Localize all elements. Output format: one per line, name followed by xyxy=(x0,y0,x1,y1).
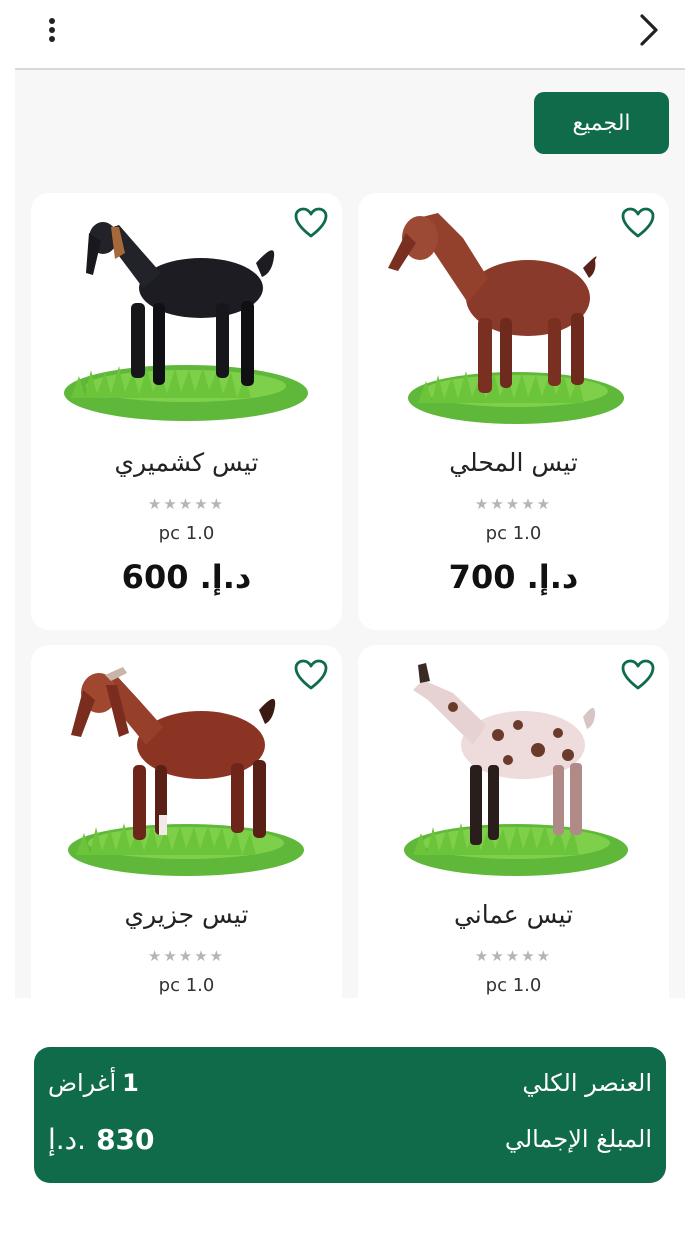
total-items-value: أغراض 1 xyxy=(48,1069,139,1097)
product-card[interactable]: تيس جزيري ★★★★★ pc 1.0 xyxy=(31,645,342,998)
more-vertical-icon[interactable] xyxy=(40,12,64,48)
rating-stars: ★★★★★ xyxy=(474,947,553,965)
heart-icon[interactable] xyxy=(294,207,328,239)
product-name: تيس عماني xyxy=(453,900,574,929)
total-items-label: العنصر الكلي xyxy=(522,1069,652,1097)
top-app-bar xyxy=(0,0,700,70)
total-amount-label: المبلغ الإجمالي xyxy=(504,1125,652,1153)
rating-stars: ★★★★★ xyxy=(474,495,553,513)
product-card[interactable]: تيس كشميري ★★★★★ pc 1.0 د.إ. 600 xyxy=(31,193,342,630)
product-grid-area: الجميع تيس المحلي ★★★★★ pc 1.0 د.إ. 700 … xyxy=(15,70,685,998)
product-price: د.إ. 700 xyxy=(448,558,579,596)
product-unit: pc 1.0 xyxy=(158,975,215,996)
heart-icon[interactable] xyxy=(621,207,655,239)
product-card[interactable]: تيس المحلي ★★★★★ pc 1.0 د.إ. 700 xyxy=(358,193,669,630)
chevron-right-icon[interactable] xyxy=(634,12,664,48)
product-card[interactable]: تيس عماني ★★★★★ pc 1.0 xyxy=(358,645,669,998)
total-number: 830 xyxy=(96,1123,155,1156)
product-unit: pc 1.0 xyxy=(485,523,542,544)
total-currency: د.إ. xyxy=(48,1123,87,1156)
product-name: تيس المحلي xyxy=(449,448,578,477)
rating-stars: ★★★★★ xyxy=(147,495,226,513)
heart-icon[interactable] xyxy=(294,659,328,691)
product-name: تيس جزيري xyxy=(124,900,249,929)
cart-summary[interactable]: العنصر الكلي أغراض 1 المبلغ الإجمالي د.إ… xyxy=(34,1047,666,1183)
items-count: 1 xyxy=(122,1069,139,1097)
product-name: تيس كشميري xyxy=(114,448,259,477)
product-unit: pc 1.0 xyxy=(485,975,542,996)
product-unit: pc 1.0 xyxy=(158,523,215,544)
product-price: د.إ. 600 xyxy=(121,558,252,596)
filter-all-button[interactable]: الجميع xyxy=(534,92,669,154)
rating-stars: ★★★★★ xyxy=(147,947,226,965)
total-amount-value: د.إ. 830 xyxy=(48,1123,155,1156)
heart-icon[interactable] xyxy=(621,659,655,691)
items-unit: أغراض xyxy=(48,1069,117,1097)
